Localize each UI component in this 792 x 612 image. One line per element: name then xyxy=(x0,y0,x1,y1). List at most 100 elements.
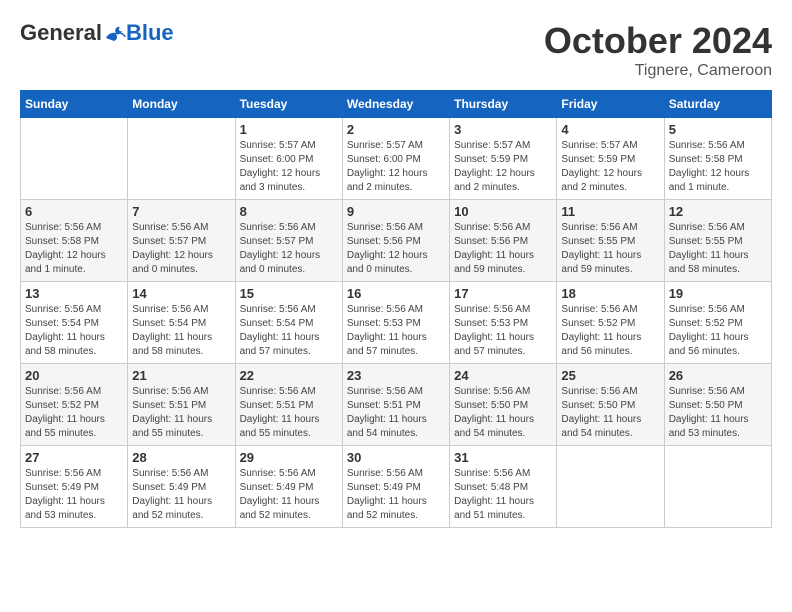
day-info: Sunrise: 5:56 AMSunset: 5:52 PMDaylight:… xyxy=(25,385,123,441)
day-info: Sunrise: 5:56 AMSunset: 5:49 PMDaylight:… xyxy=(240,467,338,523)
day-number: 3 xyxy=(454,122,552,137)
calendar-cell: 22Sunrise: 5:56 AMSunset: 5:51 PMDayligh… xyxy=(235,364,342,446)
calendar-cell: 11Sunrise: 5:56 AMSunset: 5:55 PMDayligh… xyxy=(557,200,664,282)
day-number: 7 xyxy=(132,204,230,219)
calendar-cell: 15 Sunrise: 5:56 AMSunset: 5:54 PMDayligh… xyxy=(235,282,342,364)
calendar-cell: 28 Sunrise: 5:56 AMSunset: 5:49 PMDayligh… xyxy=(128,446,235,528)
weekday-header-wednesday: Wednesday xyxy=(342,91,449,118)
day-number: 25 xyxy=(561,368,659,383)
calendar-cell: 6 Sunrise: 5:56 AMSunset: 5:58 PMDaylight… xyxy=(21,200,128,282)
calendar-cell: 9Sunrise: 5:56 AMSunset: 5:56 PMDaylight… xyxy=(342,200,449,282)
calendar-cell: 27 Sunrise: 5:56 AMSunset: 5:49 PMDayligh… xyxy=(21,446,128,528)
day-number: 2 xyxy=(347,122,445,137)
day-number: 1 xyxy=(240,122,338,137)
logo-general-text: General xyxy=(20,20,102,46)
month-title: October 2024 xyxy=(544,20,772,62)
day-info: Sunrise: 5:56 AMSunset: 5:58 PMDaylight:… xyxy=(669,139,767,195)
day-info: Sunrise: 5:56 AMSunset: 5:50 PMDaylight:… xyxy=(669,385,767,441)
day-info: Sunrise: 5:57 AMSunset: 6:00 PMDaylight:… xyxy=(240,139,338,195)
day-info: Sunrise: 5:56 AMSunset: 5:52 PMDaylight:… xyxy=(561,303,659,359)
day-info: Sunrise: 5:56 AMSunset: 5:51 PMDaylight:… xyxy=(347,385,445,441)
day-number: 28 xyxy=(132,450,230,465)
calendar-cell: 31Sunrise: 5:56 AMSunset: 5:48 PMDayligh… xyxy=(450,446,557,528)
calendar-cell: 25 Sunrise: 5:56 AMSunset: 5:50 PMDayligh… xyxy=(557,364,664,446)
calendar-cell: 17Sunrise: 5:56 AMSunset: 5:53 PMDayligh… xyxy=(450,282,557,364)
calendar-cell: 5 Sunrise: 5:56 AMSunset: 5:58 PMDaylight… xyxy=(664,118,771,200)
day-number: 29 xyxy=(240,450,338,465)
logo: General Blue xyxy=(20,20,174,46)
calendar-cell: 1 Sunrise: 5:57 AMSunset: 6:00 PMDaylight… xyxy=(235,118,342,200)
day-info: Sunrise: 5:57 AMSunset: 5:59 PMDaylight:… xyxy=(454,139,552,195)
calendar-cell: 16 Sunrise: 5:56 AMSunset: 5:53 PMDayligh… xyxy=(342,282,449,364)
logo-blue-text: Blue xyxy=(126,20,174,46)
day-number: 8 xyxy=(240,204,338,219)
day-info: Sunrise: 5:56 AMSunset: 5:54 PMDaylight:… xyxy=(25,303,123,359)
calendar-cell: 7 Sunrise: 5:56 AMSunset: 5:57 PMDaylight… xyxy=(128,200,235,282)
day-info: Sunrise: 5:57 AMSunset: 6:00 PMDaylight:… xyxy=(347,139,445,195)
day-number: 27 xyxy=(25,450,123,465)
day-info: Sunrise: 5:56 AMSunset: 5:57 PMDaylight:… xyxy=(132,221,230,277)
calendar-cell: 29 Sunrise: 5:56 AMSunset: 5:49 PMDayligh… xyxy=(235,446,342,528)
calendar-table: SundayMondayTuesdayWednesdayThursdayFrid… xyxy=(20,90,772,528)
day-number: 26 xyxy=(669,368,767,383)
day-info: Sunrise: 5:56 AMSunset: 5:55 PMDaylight:… xyxy=(669,221,767,277)
weekday-header-sunday: Sunday xyxy=(21,91,128,118)
day-info: Sunrise: 5:57 AMSunset: 5:59 PMDaylight:… xyxy=(561,139,659,195)
calendar-cell: 30 Sunrise: 5:56 AMSunset: 5:49 PMDayligh… xyxy=(342,446,449,528)
day-number: 5 xyxy=(669,122,767,137)
day-info: Sunrise: 5:56 AMSunset: 5:51 PMDaylight:… xyxy=(132,385,230,441)
title-block: October 2024 Tignere, Cameroon xyxy=(544,20,772,80)
day-number: 18 xyxy=(561,286,659,301)
day-number: 23 xyxy=(347,368,445,383)
day-number: 17 xyxy=(454,286,552,301)
calendar-cell xyxy=(128,118,235,200)
calendar-cell: 21 Sunrise: 5:56 AMSunset: 5:51 PMDayligh… xyxy=(128,364,235,446)
calendar-cell: 3 Sunrise: 5:57 AMSunset: 5:59 PMDaylight… xyxy=(450,118,557,200)
calendar-cell: 20Sunrise: 5:56 AMSunset: 5:52 PMDayligh… xyxy=(21,364,128,446)
day-info: Sunrise: 5:56 AMSunset: 5:48 PMDaylight:… xyxy=(454,467,552,523)
day-info: Sunrise: 5:56 AMSunset: 5:50 PMDaylight:… xyxy=(454,385,552,441)
day-info: Sunrise: 5:56 AMSunset: 5:56 PMDaylight:… xyxy=(454,221,552,277)
calendar-cell: 2 Sunrise: 5:57 AMSunset: 6:00 PMDaylight… xyxy=(342,118,449,200)
day-info: Sunrise: 5:56 AMSunset: 5:50 PMDaylight:… xyxy=(561,385,659,441)
day-number: 14 xyxy=(132,286,230,301)
weekday-header-friday: Friday xyxy=(557,91,664,118)
weekday-header-saturday: Saturday xyxy=(664,91,771,118)
day-number: 21 xyxy=(132,368,230,383)
calendar-cell xyxy=(557,446,664,528)
day-info: Sunrise: 5:56 AMSunset: 5:57 PMDaylight:… xyxy=(240,221,338,277)
day-number: 10 xyxy=(454,204,552,219)
calendar-cell: 26 Sunrise: 5:56 AMSunset: 5:50 PMDayligh… xyxy=(664,364,771,446)
weekday-header-tuesday: Tuesday xyxy=(235,91,342,118)
day-info: Sunrise: 5:56 AMSunset: 5:49 PMDaylight:… xyxy=(25,467,123,523)
calendar-cell: 4Sunrise: 5:57 AMSunset: 5:59 PMDaylight… xyxy=(557,118,664,200)
day-number: 6 xyxy=(25,204,123,219)
logo-bird-icon xyxy=(104,24,126,42)
day-info: Sunrise: 5:56 AMSunset: 5:52 PMDaylight:… xyxy=(669,303,767,359)
day-info: Sunrise: 5:56 AMSunset: 5:58 PMDaylight:… xyxy=(25,221,123,277)
day-number: 24 xyxy=(454,368,552,383)
calendar-cell: 8 Sunrise: 5:56 AMSunset: 5:57 PMDaylight… xyxy=(235,200,342,282)
calendar-cell: 19 Sunrise: 5:56 AMSunset: 5:52 PMDayligh… xyxy=(664,282,771,364)
day-info: Sunrise: 5:56 AMSunset: 5:54 PMDaylight:… xyxy=(132,303,230,359)
day-number: 15 xyxy=(240,286,338,301)
day-number: 16 xyxy=(347,286,445,301)
day-number: 13 xyxy=(25,286,123,301)
calendar-cell: 14 Sunrise: 5:56 AMSunset: 5:54 PMDayligh… xyxy=(128,282,235,364)
calendar-cell: 13 Sunrise: 5:56 AMSunset: 5:54 PMDayligh… xyxy=(21,282,128,364)
calendar-cell xyxy=(664,446,771,528)
day-info: Sunrise: 5:56 AMSunset: 5:49 PMDaylight:… xyxy=(347,467,445,523)
calendar-cell: 24 Sunrise: 5:56 AMSunset: 5:50 PMDayligh… xyxy=(450,364,557,446)
location-subtitle: Tignere, Cameroon xyxy=(544,62,772,80)
calendar-cell: 12Sunrise: 5:56 AMSunset: 5:55 PMDayligh… xyxy=(664,200,771,282)
day-info: Sunrise: 5:56 AMSunset: 5:53 PMDaylight:… xyxy=(347,303,445,359)
calendar-cell: 23 Sunrise: 5:56 AMSunset: 5:51 PMDayligh… xyxy=(342,364,449,446)
weekday-header-thursday: Thursday xyxy=(450,91,557,118)
day-number: 9 xyxy=(347,204,445,219)
day-number: 30 xyxy=(347,450,445,465)
weekday-header-monday: Monday xyxy=(128,91,235,118)
day-info: Sunrise: 5:56 AMSunset: 5:49 PMDaylight:… xyxy=(132,467,230,523)
day-number: 19 xyxy=(669,286,767,301)
day-info: Sunrise: 5:56 AMSunset: 5:54 PMDaylight:… xyxy=(240,303,338,359)
day-number: 22 xyxy=(240,368,338,383)
